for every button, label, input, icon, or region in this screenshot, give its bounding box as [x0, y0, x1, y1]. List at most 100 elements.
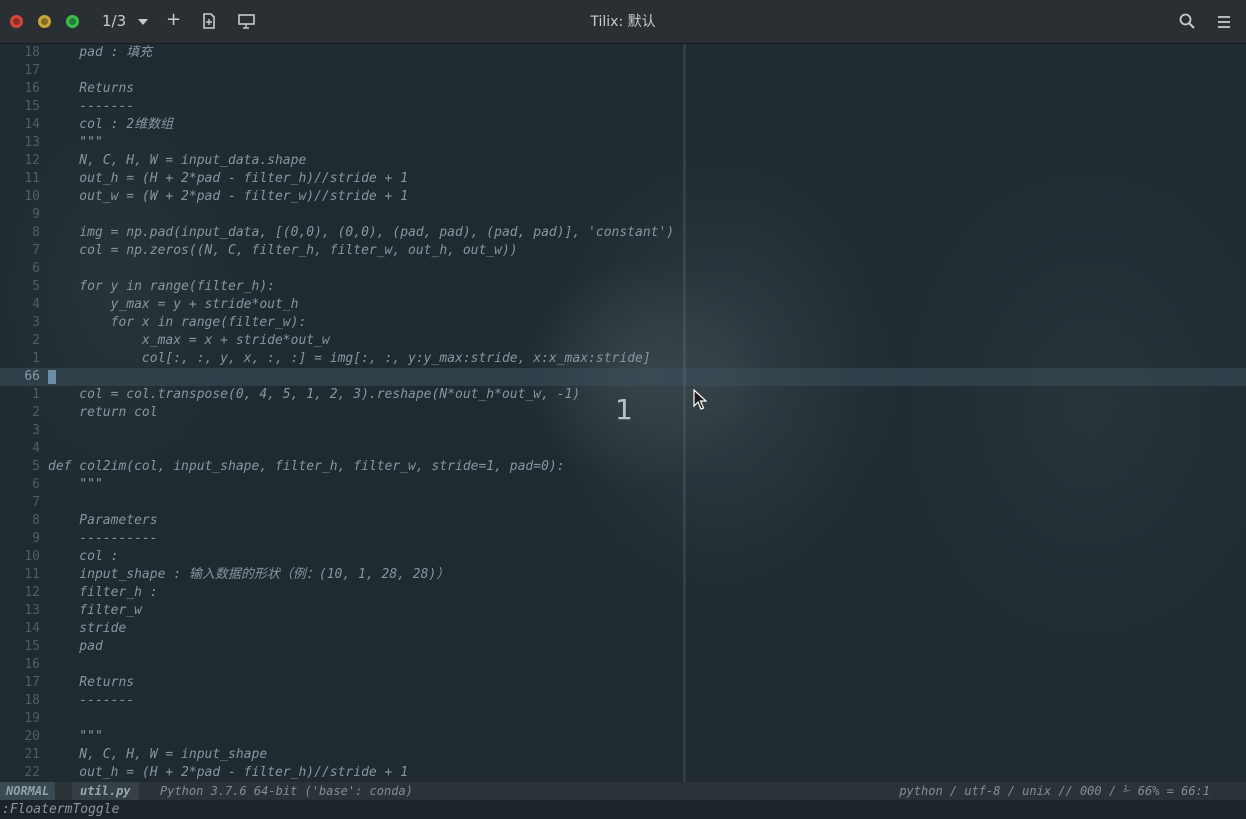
- line-number: 5: [32, 279, 40, 294]
- code-line[interactable]: 7: [0, 494, 1246, 512]
- code-line[interactable]: 1 col[:, :, y, x, :, :] = img[:, :, y:y_…: [0, 350, 1246, 368]
- add-terminal-button[interactable]: +: [166, 10, 181, 30]
- code-line[interactable]: 15 pad: [0, 638, 1246, 656]
- code-line[interactable]: 11 input_shape : 输入数据的形状（例：(10, 1, 28, 2…: [0, 566, 1246, 584]
- line-number: 3: [32, 315, 40, 330]
- code-text: for x in range(filter_w):: [48, 315, 307, 330]
- code-text: col = col.transpose(0, 4, 5, 1, 2, 3).re…: [48, 387, 581, 402]
- code-line[interactable]: 9 ----------: [0, 530, 1246, 548]
- maximize-button[interactable]: [66, 15, 79, 28]
- code-text: """: [48, 729, 103, 744]
- code-line[interactable]: 13 """: [0, 134, 1246, 152]
- line-number: 13: [24, 603, 40, 618]
- code-line[interactable]: 8 img = np.pad(input_data, [(0,0), (0,0)…: [0, 224, 1246, 242]
- file-position-info: python / utf-8 / unix // 000 / ⅟ 66% = 6…: [899, 784, 1210, 798]
- status-line: NORMAL util.py Python 3.7.6 64-bit ('bas…: [0, 782, 1246, 800]
- code-text: y_max = y + stride*out_h: [48, 297, 299, 312]
- line-number: 15: [24, 99, 40, 114]
- code-text: out_w = (W + 2*pad - filter_w)//stride +…: [48, 189, 409, 204]
- line-number: 14: [24, 621, 40, 636]
- code-line[interactable]: 14 stride: [0, 620, 1246, 638]
- code-line[interactable]: 19: [0, 710, 1246, 728]
- code-line[interactable]: 10 out_w = (W + 2*pad - filter_w)//strid…: [0, 188, 1246, 206]
- code-text: ----------: [48, 531, 158, 546]
- code-text: input_shape : 输入数据的形状（例：(10, 1, 28, 28)）: [48, 567, 450, 582]
- line-number: 18: [24, 45, 40, 60]
- code-line[interactable]: 15 -------: [0, 98, 1246, 116]
- code-line[interactable]: 21 N, C, H, W = input_shape: [0, 746, 1246, 764]
- code-text: """: [48, 135, 103, 150]
- code-line[interactable]: 6 """: [0, 476, 1246, 494]
- code-line[interactable]: 20 """: [0, 728, 1246, 746]
- close-icon: [13, 18, 20, 25]
- session-indicator[interactable]: 1/3: [102, 11, 126, 31]
- line-number: 11: [24, 567, 40, 582]
- code-line[interactable]: 8 Parameters: [0, 512, 1246, 530]
- code-line[interactable]: 2 x_max = x + stride*out_w: [0, 332, 1246, 350]
- code-text: stride: [48, 621, 127, 636]
- search-icon[interactable]: [1179, 13, 1195, 34]
- code-text: col :: [48, 549, 119, 564]
- code-text: Returns: [48, 81, 135, 96]
- code-line[interactable]: 16: [0, 656, 1246, 674]
- code-text: out_h = (H + 2*pad - filter_h)//stride +…: [48, 171, 409, 186]
- line-number: 12: [24, 585, 40, 600]
- line-number: 9: [32, 531, 40, 546]
- current-line[interactable]: 66: [0, 368, 1246, 386]
- code-line[interactable]: 14 col : 2维数组: [0, 116, 1246, 134]
- line-number: 1: [32, 387, 40, 402]
- code-line[interactable]: 12 N, C, H, W = input_data.shape: [0, 152, 1246, 170]
- code-line[interactable]: 18 pad : 填充: [0, 44, 1246, 62]
- code-text: filter_h :: [48, 585, 158, 600]
- code-line[interactable]: 9: [0, 206, 1246, 224]
- code-line[interactable]: 22 out_h = (H + 2*pad - filter_h)//strid…: [0, 764, 1246, 782]
- line-number: 16: [24, 657, 40, 672]
- line-number: 19: [24, 711, 40, 726]
- code-text: img = np.pad(input_data, [(0,0), (0,0), …: [48, 225, 675, 240]
- line-number: 8: [32, 513, 40, 528]
- code-line[interactable]: 16 Returns: [0, 80, 1246, 98]
- code-line[interactable]: 13 filter_w: [0, 602, 1246, 620]
- line-number: 16: [24, 81, 40, 96]
- maximize-icon: [69, 18, 76, 25]
- line-number: 10: [24, 189, 40, 204]
- command-line[interactable]: :FloatermToggle: [0, 800, 1246, 819]
- code-text: Returns: [48, 675, 135, 690]
- code-line[interactable]: 4: [0, 440, 1246, 458]
- python-environment[interactable]: Python 3.7.6 64-bit ('base': conda): [160, 782, 413, 800]
- close-button[interactable]: [10, 15, 23, 28]
- sync-input-icon[interactable]: [238, 13, 256, 34]
- code-text: col = np.zeros((N, C, filter_h, filter_w…: [48, 243, 518, 258]
- line-number: 66: [24, 369, 40, 384]
- code-line[interactable]: 7 col = np.zeros((N, C, filter_h, filter…: [0, 242, 1246, 260]
- code-text: col[:, :, y, x, :, :] = img[:, :, y:y_ma…: [48, 351, 651, 366]
- line-number: 21: [24, 747, 40, 762]
- code-line[interactable]: 10 col :: [0, 548, 1246, 566]
- code-line[interactable]: 18 -------: [0, 692, 1246, 710]
- line-number: 17: [24, 675, 40, 690]
- chevron-down-icon[interactable]: [137, 13, 149, 33]
- line-number: 12: [24, 153, 40, 168]
- line-number: 14: [24, 117, 40, 132]
- code-line[interactable]: 3 for x in range(filter_w):: [0, 314, 1246, 332]
- hamburger-menu-icon[interactable]: [1218, 14, 1230, 34]
- code-line[interactable]: 11 out_h = (H + 2*pad - filter_h)//strid…: [0, 170, 1246, 188]
- code-text: for y in range(filter_h):: [48, 279, 275, 294]
- code-line[interactable]: 5 for y in range(filter_h):: [0, 278, 1246, 296]
- line-number: 7: [32, 495, 40, 510]
- minimize-icon: [41, 18, 48, 25]
- code-line[interactable]: 17 Returns: [0, 674, 1246, 692]
- code-line[interactable]: 6: [0, 260, 1246, 278]
- new-session-icon[interactable]: [202, 13, 216, 34]
- code-text: out_h = (H + 2*pad - filter_h)//stride +…: [48, 765, 409, 780]
- minimize-button[interactable]: [38, 15, 51, 28]
- line-number: 7: [32, 243, 40, 258]
- line-number: 5: [32, 459, 40, 474]
- code-line[interactable]: 5 def col2im(col, input_shape, filter_h, …: [0, 458, 1246, 476]
- code-line[interactable]: 12 filter_h :: [0, 584, 1246, 602]
- split-divider[interactable]: [683, 44, 686, 782]
- vim-mode-indicator: NORMAL: [0, 782, 56, 800]
- code-line[interactable]: 17: [0, 62, 1246, 80]
- line-number: 2: [32, 333, 40, 348]
- code-line[interactable]: 4 y_max = y + stride*out_h: [0, 296, 1246, 314]
